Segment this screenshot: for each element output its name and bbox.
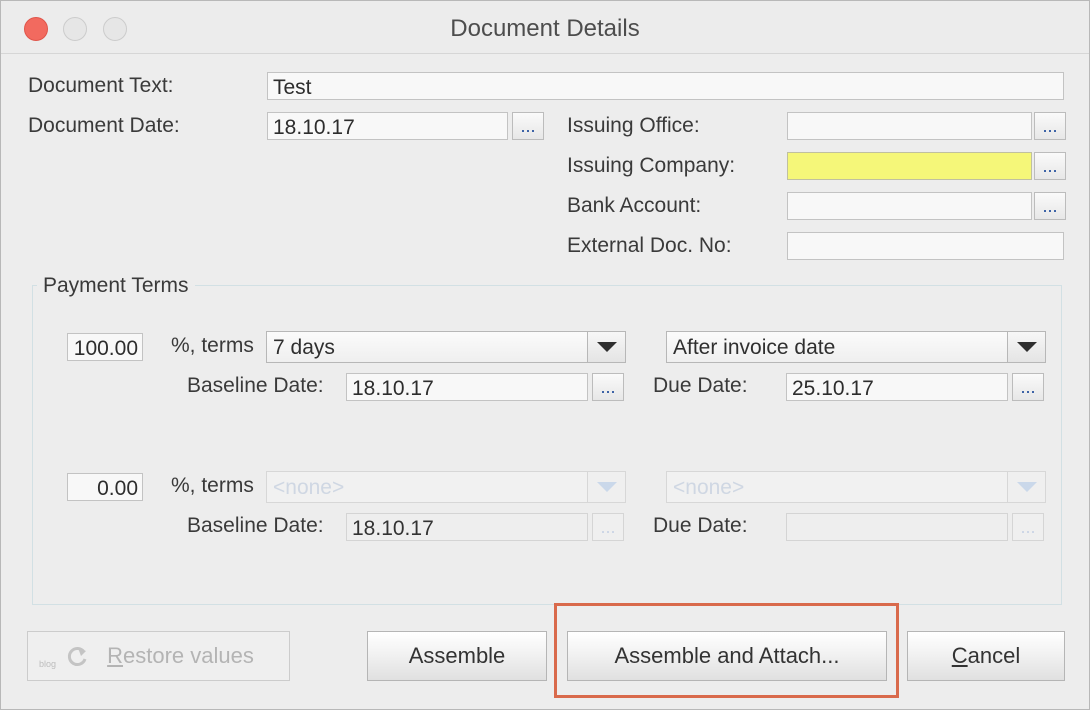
terms-dropdown-value-1: 7 days (273, 336, 335, 359)
chevron-down-icon (587, 472, 625, 502)
basis-dropdown-1[interactable]: After invoice date (666, 331, 1046, 363)
bank-account-picker-button[interactable]: ... (1034, 192, 1066, 220)
highlight-frame (554, 603, 899, 698)
basis-dropdown-value-2: <none> (673, 476, 745, 499)
bank-account-label: Bank Account: (567, 194, 702, 217)
due-date-field-1[interactable]: 25.10.17 (786, 373, 1008, 401)
assemble-button[interactable]: Assemble (367, 631, 547, 681)
chevron-down-icon (1007, 332, 1045, 362)
blog-watermark: blog (39, 659, 57, 669)
restore-mnemonic: R (107, 643, 124, 668)
issuing-office-field[interactable] (787, 112, 1032, 140)
window-title: Document Details (450, 15, 640, 42)
terms-dropdown-1[interactable]: 7 days (266, 331, 626, 363)
external-doc-no-label: External Doc. No: (567, 234, 732, 257)
restore-label: estore values (123, 643, 254, 668)
due-date-picker-button-1[interactable]: ... (1012, 373, 1044, 401)
issuing-company-label: Issuing Company: (567, 154, 736, 177)
issuing-office-picker-button[interactable]: ... (1034, 112, 1066, 140)
cancel-label: ancel (967, 643, 1021, 668)
terms-label-1: %, terms (171, 334, 254, 357)
payment-percent-field-2[interactable]: 0.00 (67, 473, 143, 501)
document-date-label: Document Date: (28, 114, 180, 137)
baseline-date-label-1: Baseline Date: (187, 374, 324, 397)
document-details-dialog: Document Details Document Text: Test Doc… (0, 0, 1090, 710)
cancel-button[interactable]: Cancel (907, 631, 1065, 681)
baseline-date-field-2: 18.10.17 (346, 513, 588, 541)
external-doc-no-field[interactable] (787, 232, 1064, 260)
issuing-office-label: Issuing Office: (567, 114, 700, 137)
payment-percent-field-1[interactable]: 100.00 (67, 333, 143, 361)
due-date-label-2: Due Date: (653, 514, 748, 537)
document-date-picker-button[interactable]: ... (512, 112, 544, 140)
document-date-field[interactable]: 18.10.17 (267, 112, 508, 140)
basis-dropdown-value-1: After invoice date (673, 336, 836, 359)
due-date-label-1: Due Date: (653, 374, 748, 397)
document-text-field[interactable]: Test (267, 72, 1064, 100)
document-text-label: Document Text: (28, 74, 174, 97)
issuing-company-field[interactable] (787, 152, 1032, 180)
due-date-field-2 (786, 513, 1008, 541)
restore-icon (67, 647, 87, 666)
terms-label-2: %, terms (171, 474, 254, 497)
baseline-date-picker-button-1[interactable]: ... (592, 373, 624, 401)
chevron-down-icon (587, 332, 625, 362)
title-bar: Document Details (1, 1, 1089, 54)
due-date-picker-button-2: ... (1012, 513, 1044, 541)
bank-account-field[interactable] (787, 192, 1032, 220)
terms-dropdown-value-2: <none> (273, 476, 345, 499)
baseline-date-field-1[interactable]: 18.10.17 (346, 373, 588, 401)
baseline-date-picker-button-2: ... (592, 513, 624, 541)
issuing-company-picker-button[interactable]: ... (1034, 152, 1066, 180)
terms-dropdown-2: <none> (266, 471, 626, 503)
chevron-down-icon (1007, 472, 1045, 502)
payment-terms-title: Payment Terms (37, 274, 195, 298)
baseline-date-label-2: Baseline Date: (187, 514, 324, 537)
cancel-mnemonic: C (951, 643, 968, 668)
basis-dropdown-2: <none> (666, 471, 1046, 503)
